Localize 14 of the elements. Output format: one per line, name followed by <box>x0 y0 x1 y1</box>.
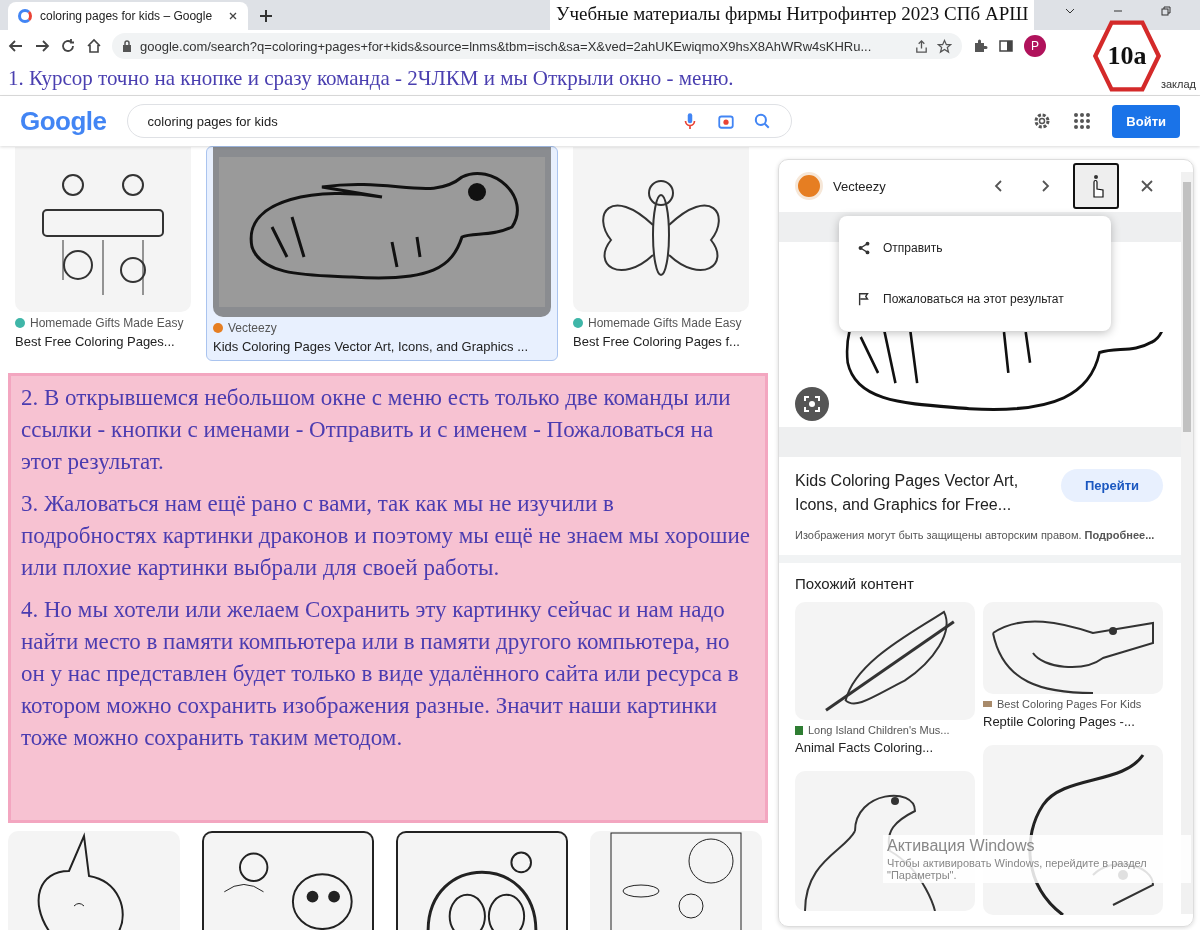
source-name: Homemade Gifts Made Easy <box>588 316 742 330</box>
source-name: Best Coloring Pages For Kids <box>997 698 1142 710</box>
overlay-title: Учебные материалы фирмы Нитрофинтер 2023 СПб АРШ <box>550 0 1035 30</box>
activation-watermark-text: Чтобы активировать Windows, перейдите в раздел "Параметры". <box>887 857 1148 881</box>
copyright-notice: Изображения могут быть защищены авторским правом. Подробнее... <box>795 528 1156 543</box>
source-name: Vecteezy <box>228 321 277 335</box>
annotation-text: 1. Курсор точно на кнопке и сразу команда - 2ЧЛКМ и мы Открыли окно - меню. <box>8 66 734 91</box>
source-name: Homemade Gifts Made Easy <box>30 316 184 330</box>
annotation-text: 3. Жаловаться нам ещё рано с вами, так как мы не изучили в подробностях картинки драконов и поэтому мы ещё не знаем мы хорошие или плохие картинки выбрали для своей работы. <box>21 490 751 582</box>
section-heading: Похожий контент <box>795 575 915 592</box>
annotation-text: 2. В открывшемся небольшом окне с меню есть только две команды или ссылки - кнопки с именами - Отправить и с именем - Пожаловаться на этот результат. <box>21 384 732 476</box>
source-name: Long Island Children's Mus... <box>808 724 950 736</box>
activation-watermark-title: Активация Windows <box>887 837 1036 855</box>
annotation-text: 4. Но мы хотели или желаем Сохранить эту картинку сейчас и нам надо найти место в памяти компьютера или в памяти другого компьютера, но он у нас представлен будет только в виде удалённого сайта или ресурса в котором можно сохранить изображения разные. Значит наши картинки тоже можно сохранить таким методом. <box>21 596 740 752</box>
